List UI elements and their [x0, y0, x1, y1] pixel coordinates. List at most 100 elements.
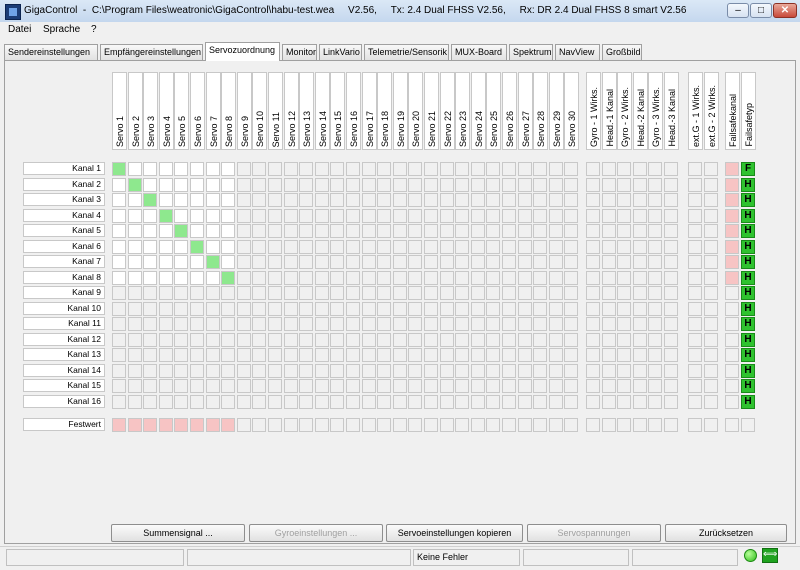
assignment-cell[interactable] — [455, 286, 469, 300]
assignment-cell[interactable] — [617, 286, 631, 300]
assignment-cell[interactable] — [128, 162, 142, 176]
assignment-cell[interactable] — [299, 364, 313, 378]
assignment-cell[interactable] — [586, 240, 600, 254]
assignment-cell[interactable] — [502, 178, 516, 192]
assignment-cell[interactable] — [362, 162, 376, 176]
assignment-cell[interactable] — [143, 317, 157, 331]
failsafe-type-toggle[interactable]: H — [741, 317, 755, 331]
assignment-cell[interactable] — [393, 395, 407, 409]
assignment-cell[interactable] — [159, 286, 173, 300]
assignment-cell[interactable] — [440, 255, 454, 269]
assignment-cell[interactable] — [704, 395, 718, 409]
assignment-cell[interactable] — [112, 240, 126, 254]
assignment-cell[interactable] — [549, 209, 563, 223]
assignment-cell[interactable] — [586, 193, 600, 207]
tab-sendereinstellungen[interactable]: Sendereinstellungen — [4, 44, 98, 60]
festwert-cell[interactable] — [315, 418, 329, 432]
assignment-cell[interactable] — [688, 379, 702, 393]
assignment-cell[interactable] — [471, 302, 485, 316]
assignment-cell[interactable] — [704, 209, 718, 223]
festwert-cell[interactable] — [284, 418, 298, 432]
assignment-cell[interactable] — [704, 302, 718, 316]
assignment-cell[interactable] — [617, 395, 631, 409]
assignment-cell[interactable] — [284, 178, 298, 192]
assignment-cell[interactable] — [159, 162, 173, 176]
assignment-cell[interactable] — [237, 286, 251, 300]
assignment-cell[interactable] — [143, 162, 157, 176]
assignment-cell[interactable] — [112, 193, 126, 207]
assignment-cell[interactable] — [617, 193, 631, 207]
assignment-cell[interactable] — [346, 224, 360, 238]
assignment-cell[interactable] — [564, 302, 578, 316]
festwert-cell[interactable] — [346, 418, 360, 432]
assignment-cell[interactable] — [471, 348, 485, 362]
assignment-cell[interactable] — [252, 286, 266, 300]
assignment-cell[interactable] — [393, 162, 407, 176]
assignment-cell[interactable] — [190, 224, 204, 238]
tab-spektrum[interactable]: Spektrum — [509, 44, 553, 60]
assignment-cell[interactable] — [206, 193, 220, 207]
assignment-cell[interactable] — [725, 255, 739, 269]
assignment-cell[interactable] — [284, 395, 298, 409]
failsafe-type-toggle[interactable]: H — [741, 178, 755, 192]
failsafe-type-toggle[interactable]: H — [741, 209, 755, 223]
assignment-cell[interactable] — [725, 224, 739, 238]
assignment-cell[interactable] — [471, 178, 485, 192]
assignment-cell[interactable] — [362, 302, 376, 316]
assignment-cell[interactable] — [393, 209, 407, 223]
festwert-cell[interactable] — [602, 418, 616, 432]
assignment-cell[interactable] — [648, 348, 662, 362]
assignment-cell[interactable] — [174, 302, 188, 316]
assignment-cell[interactable] — [315, 271, 329, 285]
assignment-cell[interactable] — [533, 317, 547, 331]
assignment-cell[interactable] — [174, 286, 188, 300]
assignment-cell[interactable] — [486, 240, 500, 254]
assignment-cell[interactable] — [393, 193, 407, 207]
assignment-cell[interactable] — [664, 271, 678, 285]
assignment-cell[interactable] — [346, 333, 360, 347]
assignment-cell[interactable] — [471, 209, 485, 223]
assignment-cell[interactable] — [533, 286, 547, 300]
assignment-cell[interactable] — [704, 333, 718, 347]
assignment-cell[interactable] — [725, 333, 739, 347]
failsafe-type-toggle[interactable]: H — [741, 333, 755, 347]
assignment-cell[interactable] — [688, 162, 702, 176]
assignment-cell[interactable] — [190, 379, 204, 393]
assignment-cell[interactable] — [440, 348, 454, 362]
assignment-cell[interactable] — [518, 333, 532, 347]
assignment-cell[interactable] — [725, 395, 739, 409]
assignment-cell[interactable] — [518, 271, 532, 285]
assignment-cell[interactable] — [486, 193, 500, 207]
assignment-cell[interactable] — [549, 178, 563, 192]
assignment-cell[interactable] — [346, 286, 360, 300]
assignment-cell[interactable] — [725, 379, 739, 393]
festwert-cell[interactable] — [688, 418, 702, 432]
assignment-cell[interactable] — [190, 364, 204, 378]
assignment-cell[interactable] — [299, 178, 313, 192]
assignment-cell[interactable] — [284, 193, 298, 207]
assignment-cell[interactable] — [268, 193, 282, 207]
assignment-cell[interactable] — [424, 317, 438, 331]
assignment-cell[interactable] — [725, 317, 739, 331]
assignment-cell[interactable] — [518, 286, 532, 300]
assignment-cell[interactable] — [424, 395, 438, 409]
assignment-cell[interactable] — [174, 178, 188, 192]
assignment-cell[interactable] — [486, 395, 500, 409]
assignment-cell[interactable] — [602, 379, 616, 393]
festwert-cell[interactable] — [268, 418, 282, 432]
assignment-cell[interactable] — [128, 224, 142, 238]
assignment-cell[interactable] — [617, 317, 631, 331]
assignment-cell[interactable] — [688, 193, 702, 207]
assignment-cell[interactable] — [206, 162, 220, 176]
assignment-cell[interactable] — [143, 224, 157, 238]
assignment-cell[interactable] — [704, 255, 718, 269]
assignment-cell[interactable] — [112, 255, 126, 269]
festwert-cell[interactable] — [502, 418, 516, 432]
assignment-cell[interactable] — [284, 209, 298, 223]
assignment-cell[interactable] — [502, 364, 516, 378]
assignment-cell[interactable] — [688, 286, 702, 300]
assignment-cell[interactable] — [549, 271, 563, 285]
assignment-cell[interactable] — [362, 348, 376, 362]
assignment-cell[interactable] — [549, 317, 563, 331]
assignment-cell[interactable] — [252, 224, 266, 238]
